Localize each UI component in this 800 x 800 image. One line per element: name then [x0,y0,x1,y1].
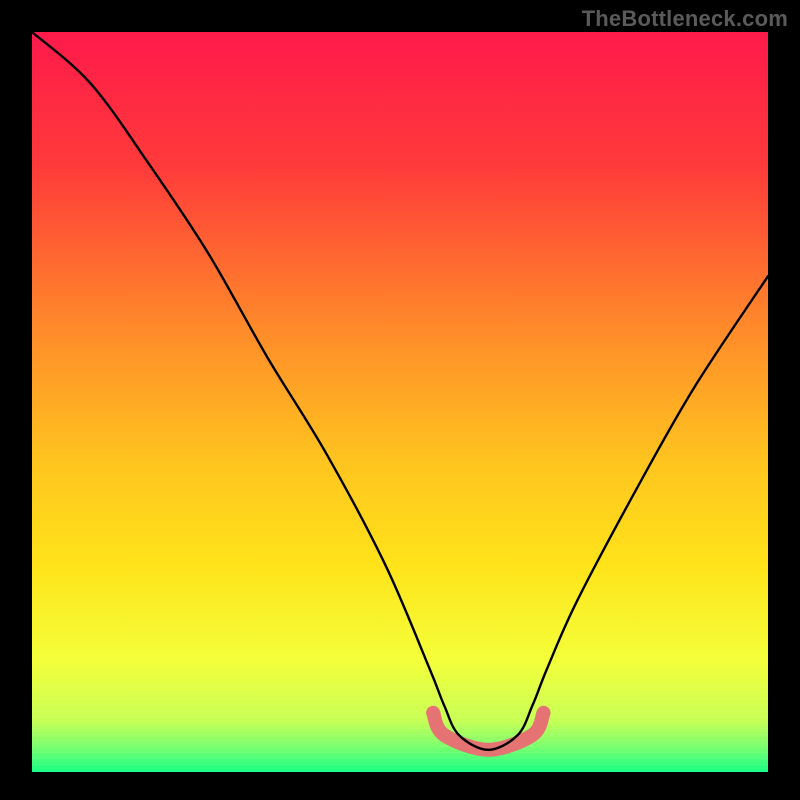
gradient-stripe [32,758,768,759]
gradient-stripe [32,734,768,735]
gradient-stripe [32,740,768,741]
gradient-stripe [32,722,768,723]
chart-frame: TheBottleneck.com [0,0,800,800]
bottleneck-chart [0,0,800,800]
gradient-stripe [32,704,768,705]
gradient-background [32,32,768,772]
gradient-stripe [32,686,768,687]
gradient-stripe [32,764,768,765]
gradient-stripe [32,710,768,711]
gradient-stripe [32,728,768,729]
gradient-stripe [32,716,768,717]
gradient-stripe [32,698,768,699]
gradient-stripe [32,746,768,747]
gradient-stripe [32,692,768,693]
watermark-text: TheBottleneck.com [582,6,788,32]
gradient-stripe [32,752,768,753]
